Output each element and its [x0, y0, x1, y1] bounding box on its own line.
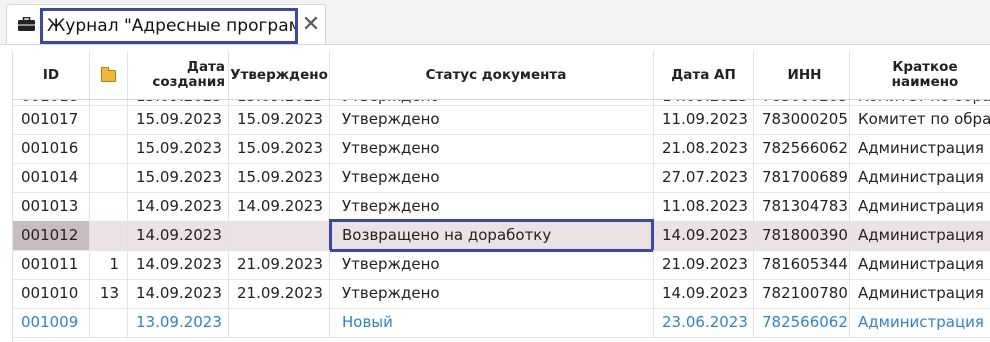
cell-inn: 782566062 — [754, 134, 850, 163]
col-header-name[interactable]: Краткое наимено — [850, 51, 990, 99]
table-row[interactable]: 001011 1 14.09.2023 21.09.2023 Утверждено 21.… — [13, 250, 990, 280]
cell-id: 001012 — [13, 221, 90, 250]
cell-name: Администрация — [850, 279, 990, 308]
col-header-inn[interactable]: ИНН — [754, 51, 850, 99]
cell-approved: 15.09.2023 — [229, 163, 330, 192]
cell-created: 14.09.2023 — [128, 221, 229, 250]
col-header-files[interactable] — [90, 51, 128, 99]
cell-date-ap: 21.09.2023 — [654, 250, 754, 279]
cell-created: 14.09.2023 — [128, 279, 229, 308]
cell-files — [90, 192, 128, 221]
cell-status: Утверждено — [330, 134, 654, 163]
table-row[interactable]: 001009 13.09.2023 Новый 23.06.2023 782566062… — [13, 308, 990, 338]
tab-bar: Журнал "Адресные программы" ✕ — [0, 0, 990, 45]
cell-date-ap: 21.08.2023 — [654, 134, 754, 163]
cell-files — [90, 134, 128, 163]
tab-journal[interactable]: Журнал "Адресные программы" ✕ — [6, 4, 326, 45]
cell-created: 13.09.2023 — [128, 308, 229, 337]
cell-id: 001010 — [13, 279, 90, 308]
cell-status: Утверждено — [330, 279, 654, 308]
cell-id: 001014 — [13, 163, 90, 192]
cell-date-ap: 11.08.2023 — [654, 192, 754, 221]
cell-approved — [229, 221, 330, 250]
col-header-date-ap[interactable]: Дата АП — [654, 51, 754, 99]
grid-header: ID Дата создания Утверждено Статус докум… — [13, 51, 990, 100]
cell-date-ap: 23.06.2023 — [654, 308, 754, 337]
cell-name: Администрация — [850, 221, 990, 250]
cell-created: 15.09.2023 — [128, 105, 229, 134]
cell-inn: 781800390 — [754, 221, 850, 250]
col-header-created[interactable]: Дата создания — [128, 51, 229, 99]
cell-name: Администрация — [850, 308, 990, 337]
col-header-id[interactable]: ID — [13, 51, 90, 99]
cell-name: Администрация — [850, 163, 990, 192]
cell-created: 14.09.2023 — [128, 250, 229, 279]
cell-inn: 782100780 — [754, 279, 850, 308]
cell-date-ap: 11.09.2023 — [654, 105, 754, 134]
cell-id: 001016 — [13, 134, 90, 163]
table-row[interactable]: 001012 14.09.2023 Возвращено на доработку 1… — [13, 219, 990, 252]
cell-created: 14.09.2023 — [128, 192, 229, 221]
cell-inn: 783000205 — [754, 105, 850, 134]
cell-name: Администрация — [850, 134, 990, 163]
cell-name: Администрация — [850, 250, 990, 279]
cell-files — [90, 163, 128, 192]
folder-icon — [101, 67, 116, 82]
cell-files: 13 — [90, 279, 128, 308]
cell-inn: 781605344 — [754, 250, 850, 279]
cell-created: 15.09.2023 — [128, 134, 229, 163]
cell-inn: 782566062 — [754, 308, 850, 337]
cell-date-ap: 27.07.2023 — [654, 163, 754, 192]
cell-approved: 15.09.2023 — [229, 134, 330, 163]
table-row[interactable]: 001016 15.09.2023 15.09.2023 Утверждено 21.0… — [13, 134, 990, 164]
cell-inn: 781700689 — [754, 163, 850, 192]
table-row[interactable]: 001010 13 14.09.2023 21.09.2023 Утверждено 14… — [13, 279, 990, 309]
cell-approved — [229, 308, 330, 337]
cell-name: Администрация — [850, 192, 990, 221]
cell-files — [90, 221, 128, 250]
cell-status: Утверждено — [330, 192, 654, 221]
cell-date-ap: 14.09.2023 — [654, 221, 754, 250]
cell-files: 1 — [90, 250, 128, 279]
table-row[interactable]: 001014 15.09.2023 15.09.2023 Утверждено 27.0… — [13, 163, 990, 193]
cell-approved: 15.09.2023 — [229, 105, 330, 134]
cell-approved: 21.09.2023 — [229, 250, 330, 279]
tab-title: Журнал "Адресные программы" — [40, 8, 298, 44]
briefcase-icon — [18, 17, 35, 31]
cell-files — [90, 308, 128, 337]
cell-id: 001009 — [13, 308, 90, 337]
cell-created: 15.09.2023 — [128, 163, 229, 192]
cell-approved: 21.09.2023 — [229, 279, 330, 308]
cell-files — [90, 105, 128, 134]
cell-id: 001013 — [13, 192, 90, 221]
journal-grid: ID Дата создания Утверждено Статус докум… — [12, 51, 990, 342]
cell-date-ap: 14.09.2023 — [654, 279, 754, 308]
cell-status: Утверждено — [330, 250, 654, 279]
table-row[interactable]: 001013 14.09.2023 14.09.2023 Утверждено 11.0… — [13, 192, 990, 222]
col-header-status[interactable]: Статус документа — [330, 51, 654, 99]
cell-inn: 781304783 — [754, 192, 850, 221]
col-header-approved[interactable]: Утверждено — [229, 51, 330, 99]
close-icon[interactable]: ✕ — [300, 14, 322, 37]
cell-status: Утверждено — [330, 163, 654, 192]
cell-status: Новый — [330, 308, 654, 337]
cell-approved: 14.09.2023 — [229, 192, 330, 221]
journal-panel: ID Дата создания Утверждено Статус докум… — [0, 44, 990, 342]
cell-status: Возвращено на доработку — [330, 221, 654, 250]
cell-status: Утверждено — [330, 105, 654, 134]
cell-name: Комитет по обра — [850, 105, 990, 134]
cell-id: 001011 — [13, 250, 90, 279]
cell-id: 001017 — [13, 105, 90, 134]
table-row[interactable]: 001017 15.09.2023 15.09.2023 Утверждено 11.0… — [13, 105, 990, 135]
